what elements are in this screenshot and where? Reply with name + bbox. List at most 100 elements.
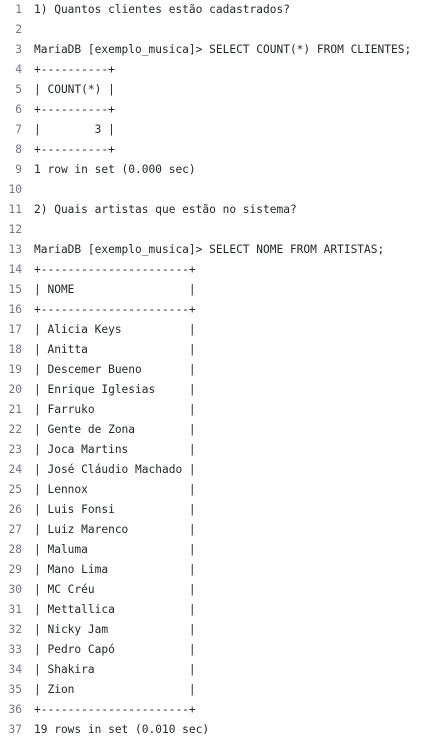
code-line: 12 [0,220,443,240]
code-line: 31 | Mettallica | [0,600,443,620]
line-content: +----------+ [34,103,115,116]
code-line: 2 [0,20,443,40]
code-view: 1 1) Quantos clientes estão cadastrados? … [0,0,443,744]
line-number: 32 [8,623,22,636]
code-line: 25 | Lennox | [0,480,443,500]
code-line: 7 | 3 | [0,120,443,140]
code-line: 18 | Anitta | [0,340,443,360]
line-number: 8 [15,143,22,156]
line-number: 11 [8,203,22,216]
line-number: 13 [8,243,22,256]
line-content: | José Cláudio Machado | [34,463,196,476]
line-content: | Anitta | [34,343,196,356]
line-content: | Maluma | [34,543,196,556]
line-content: +----------+ [34,143,115,156]
code-line: 24 | José Cláudio Machado | [0,460,443,480]
line-content: +----------------------+ [34,303,196,316]
line-number: 19 [8,363,22,376]
code-line: 6 +----------+ [0,100,443,120]
line-content: 2) Quais artistas que estão no sistema? [34,203,297,216]
code-line: 1 1) Quantos clientes estão cadastrados? [0,0,443,20]
code-line: 35 | Zion | [0,680,443,700]
code-line: 14 +----------------------+ [0,260,443,280]
line-content: | Nicky Jam | [34,623,196,636]
line-content: | Luis Fonsi | [34,503,196,516]
line-number: 12 [8,223,22,236]
line-content: +----------------------+ [34,703,196,716]
code-line: 34 | Shakira | [0,660,443,680]
code-line: 17 | Alicia Keys | [0,320,443,340]
line-content: | 3 | [34,123,115,136]
code-line: 23 | Joca Martins | [0,440,443,460]
line-number: 4 [15,63,22,76]
line-number: 34 [8,663,22,676]
code-line: 16 +----------------------+ [0,300,443,320]
code-line: 26 | Luis Fonsi | [0,500,443,520]
code-line: 5 | COUNT(*) | [0,80,443,100]
line-content: | Descemer Bueno | [34,363,196,376]
line-number: 35 [8,683,22,696]
line-content: | NOME | [34,283,196,296]
line-content: 1 row in set (0.000 sec) [34,163,196,176]
code-line: 15 | NOME | [0,280,443,300]
line-number: 23 [8,443,22,456]
code-line: 11 2) Quais artistas que estão no sistema… [0,200,443,220]
line-content: | Farruko | [34,403,196,416]
line-number: 29 [8,563,22,576]
line-number: 6 [15,103,22,116]
code-line: 27 | Luiz Marenco | [0,520,443,540]
line-number: 16 [8,303,22,316]
code-line: 33 | Pedro Capó | [0,640,443,660]
line-number: 26 [8,503,22,516]
line-number: 27 [8,523,22,536]
line-content: | Gente de Zona | [34,423,196,436]
line-number: 24 [8,463,22,476]
line-content: | Luiz Marenco | [34,523,196,536]
line-number: 31 [8,603,22,616]
line-number: 36 [8,703,22,716]
code-line: 32 | Nicky Jam | [0,620,443,640]
code-line: 36 +----------------------+ [0,700,443,720]
code-line: 37 19 rows in set (0.010 sec) [0,720,443,740]
line-content: | COUNT(*) | [34,83,115,96]
line-content: 1) Quantos clientes estão cadastrados? [34,3,290,16]
line-content: | Alicia Keys | [34,323,196,336]
line-number: 30 [8,583,22,596]
line-number: 7 [15,123,22,136]
line-number: 37 [8,723,22,736]
line-content: MariaDB [exemplo_musica]> SELECT COUNT(*… [34,43,412,56]
code-line: 19 | Descemer Bueno | [0,360,443,380]
line-number: 28 [8,543,22,556]
line-content: +----------------------+ [34,263,196,276]
code-line: 9 1 row in set (0.000 sec) [0,160,443,180]
code-line: 3 MariaDB [exemplo_musica]> SELECT COUNT(… [0,40,443,60]
code-line: 21 | Farruko | [0,400,443,420]
code-line: 10 [0,180,443,200]
line-number: 25 [8,483,22,496]
line-content: | Pedro Capó | [34,643,196,656]
line-content: MariaDB [exemplo_musica]> SELECT NOME FR… [34,243,385,256]
line-number: 18 [8,343,22,356]
line-content: | Joca Martins | [34,443,196,456]
line-content: | MC Créu | [34,583,196,596]
line-number: 5 [15,83,22,96]
line-content: | Mano Lima | [34,563,196,576]
code-line: 13 MariaDB [exemplo_musica]> SELECT NOME … [0,240,443,260]
line-number: 22 [8,423,22,436]
line-number: 2 [15,23,22,36]
line-number: 33 [8,643,22,656]
code-line: 22 | Gente de Zona | [0,420,443,440]
line-content: | Lennox | [34,483,196,496]
code-line: 20 | Enrique Iglesias | [0,380,443,400]
line-number: 17 [8,323,22,336]
line-content: | Shakira | [34,663,196,676]
code-line: 28 | Maluma | [0,540,443,560]
line-content: +----------+ [34,63,115,76]
line-content: | Zion | [34,683,196,696]
code-line: 4 +----------+ [0,60,443,80]
line-number: 21 [8,403,22,416]
line-number: 14 [8,263,22,276]
line-number: 1 [15,3,22,16]
line-content: | Mettallica | [34,603,196,616]
line-content: | Enrique Iglesias | [34,383,196,396]
